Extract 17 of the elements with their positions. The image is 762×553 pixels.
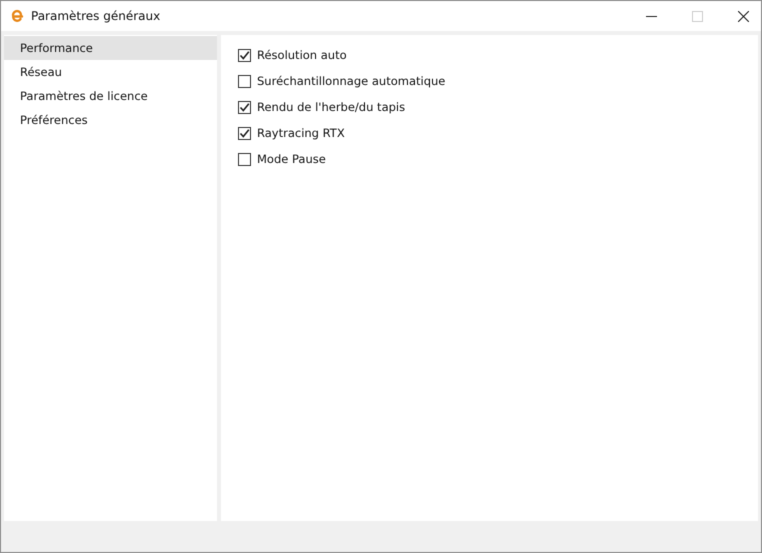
window-title: Paramètres généraux	[31, 9, 160, 23]
checkbox-label: Suréchantillonnage automatique	[257, 74, 446, 88]
checkbox-label: Mode Pause	[257, 152, 326, 166]
checkbox-label: Rendu de l'herbe/du tapis	[257, 100, 406, 114]
close-icon[interactable]	[738, 10, 749, 22]
sidebar-item[interactable]: Paramètres de licence	[4, 84, 217, 108]
sidebar-item[interactable]: Réseau	[4, 60, 217, 84]
checkbox[interactable]	[238, 152, 251, 166]
app-logo-icon	[10, 9, 24, 23]
sidebar-item[interactable]: Préférences	[4, 108, 217, 132]
checkbox[interactable]	[238, 48, 251, 62]
sidebar-item[interactable]: Performance	[4, 36, 217, 60]
checkbox[interactable]	[238, 100, 251, 114]
checkbox[interactable]	[238, 126, 251, 140]
checkbox[interactable]	[238, 74, 251, 88]
checkbox-label: Raytracing RTX	[257, 126, 345, 140]
checkbox-label: Résolution auto	[257, 48, 347, 62]
